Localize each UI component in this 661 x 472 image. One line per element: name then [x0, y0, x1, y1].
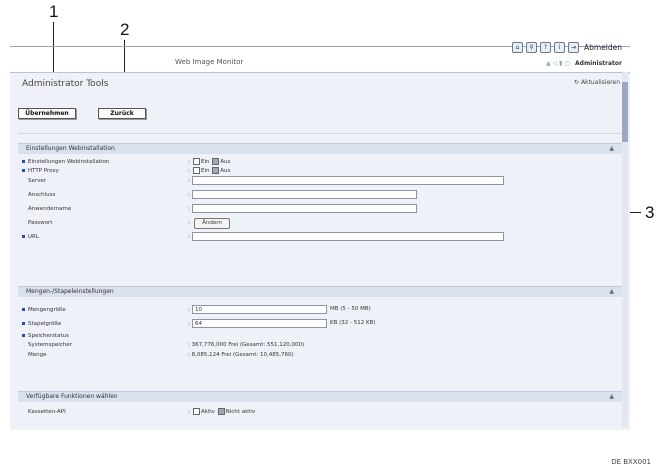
row-webinstall: Einstellungen Webinstallation: [22, 158, 109, 166]
server-input[interactable]: [192, 176, 504, 185]
stack-size-input[interactable]: 64: [192, 319, 327, 328]
username-input[interactable]: [192, 204, 417, 213]
header-icons: ⌂ ⚲ ? i ⇥ Abmelden: [511, 42, 622, 53]
browser-screen: Web Image Monitor ⌂ ⚲ ? i ⇥ Abmelden ▲ ◁…: [10, 40, 630, 430]
row-quantity: Menge: [28, 352, 47, 358]
divider: [18, 133, 622, 134]
page-title: Administrator Tools: [22, 79, 109, 89]
logout-icon[interactable]: ⇥: [567, 42, 579, 53]
logout-link[interactable]: Abmelden: [584, 43, 622, 52]
refresh-button[interactable]: ↻ Aktualisieren: [574, 79, 620, 86]
back-button[interactable]: Zurück: [98, 108, 146, 119]
required-marker: [22, 160, 25, 163]
stack-size-unit: KB (32 - 512 KB): [330, 320, 376, 326]
apply-button[interactable]: Übernehmen: [18, 108, 76, 119]
user-label: Administrator: [575, 60, 622, 67]
admin-panel: Administrator Tools ↻ Aktualisieren Über…: [10, 72, 630, 430]
radio-on[interactable]: [193, 158, 200, 165]
scrollbar[interactable]: [622, 72, 628, 427]
change-password-button[interactable]: Ändern: [194, 218, 230, 229]
webinstall-radio[interactable]: Ein Aus: [192, 158, 230, 166]
header-bar: Web Image Monitor ⌂ ⚲ ? i ⇥ Abmelden ▲ ◁…: [10, 40, 630, 70]
figure-code: DE BXX001: [611, 458, 651, 466]
search-icon[interactable]: ⚲: [525, 42, 537, 53]
radio-off[interactable]: [212, 167, 220, 174]
required-marker: [22, 308, 25, 311]
collapse-icon[interactable]: ▲: [601, 287, 614, 297]
section-functions[interactable]: Verfügbare Funktionen wählen ▲: [18, 391, 622, 402]
section-storage[interactable]: Mengen-/Stapeleinstellungen ▲: [18, 286, 622, 297]
user-row: ▲ ◁ ▮ ▢ Administrator: [546, 60, 622, 67]
port-input[interactable]: [192, 190, 417, 199]
required-marker: [22, 235, 25, 238]
home-icon[interactable]: ⌂: [511, 42, 523, 53]
radio-off[interactable]: [212, 158, 220, 165]
required-marker: [22, 334, 25, 337]
row-server: Server: [28, 178, 47, 184]
callout-2: 2: [120, 20, 130, 39]
row-url: URL: [22, 233, 39, 241]
radio-on[interactable]: [193, 167, 200, 174]
callout-3-pointer: [629, 212, 641, 213]
callout-1: 1: [49, 2, 59, 21]
section-storage-title: Mengen-/Stapeleinstellungen: [26, 288, 114, 295]
quantity-size-unit: MB (5 - 50 MB): [330, 306, 371, 312]
radio-on[interactable]: [193, 408, 200, 415]
row-http-proxy: HTTP Proxy: [22, 167, 59, 175]
row-cassette-api: Kassetten-API: [28, 409, 66, 415]
proxy-radio[interactable]: Ein Aus: [192, 167, 230, 175]
radio-off[interactable]: [217, 408, 225, 415]
row-storage-status: Speicherstatus: [22, 332, 69, 340]
system-memory-value: : 367,776,000 Frei (Gesamt: 551,120,000): [188, 342, 305, 348]
section-functions-title: Verfügbare Funktionen wählen: [26, 393, 118, 400]
help-icon[interactable]: ?: [539, 42, 551, 53]
scrollbar-thumb[interactable]: [622, 82, 628, 142]
row-username: Anwendername: [28, 206, 72, 212]
required-marker: [22, 169, 25, 172]
cassette-api-radio[interactable]: Aktiv Nicht aktiv: [192, 408, 255, 416]
collapse-icon[interactable]: ▲: [601, 144, 614, 154]
refresh-label: Aktualisieren: [580, 79, 620, 86]
info-icon[interactable]: i: [553, 42, 565, 53]
section-webinstall-title: Einstellungen Webinstallation: [26, 145, 115, 152]
row-password: Passwort: [28, 220, 53, 226]
section-webinstall[interactable]: Einstellungen Webinstallation ▲: [18, 143, 622, 154]
required-marker: [22, 322, 25, 325]
url-input[interactable]: [192, 232, 504, 241]
user-icon: ▲ ◁ ▮ ▢: [546, 60, 571, 67]
collapse-icon[interactable]: ▲: [601, 392, 614, 402]
row-quantity-size: Mengengröße: [22, 306, 66, 314]
callout-3: 3: [645, 203, 655, 222]
row-system-memory: Systemspeicher: [28, 342, 72, 348]
row-port: Anschluss: [28, 192, 56, 198]
row-stack-size: Stapelgröße: [22, 320, 61, 328]
app-title: Web Image Monitor: [175, 58, 244, 66]
quantity-value: : 8,085,124 Frei (Gesamt: 10,485,760): [188, 352, 294, 358]
quantity-size-input[interactable]: 10: [192, 305, 327, 314]
